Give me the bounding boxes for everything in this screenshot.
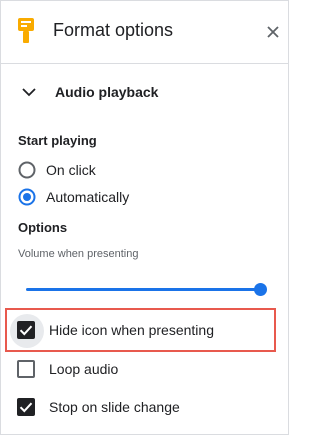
format-options-panel: Format options Audio playback Start play… <box>0 0 289 435</box>
stop-on-slide-change-label: Stop on slide change <box>49 399 180 415</box>
format-options-icon <box>18 18 34 43</box>
options-heading: Options <box>18 220 68 235</box>
volume-label: Volume when presenting <box>18 248 139 260</box>
panel-title: Format options <box>53 20 174 40</box>
section-title: Audio playback <box>55 84 159 100</box>
audio-playback-section-toggle[interactable]: Audio playback <box>1 64 288 120</box>
close-icon[interactable] <box>262 21 284 43</box>
volume-slider-track <box>26 288 266 291</box>
radio-label-automatically: Automatically <box>46 189 130 205</box>
panel-header: Format options <box>1 1 288 64</box>
hide-icon-checkbox[interactable] <box>17 321 35 339</box>
chevron-down-icon <box>22 88 36 97</box>
hide-icon-label: Hide icon when presenting <box>49 322 214 338</box>
radio-on-click[interactable] <box>18 161 36 179</box>
volume-slider-thumb[interactable] <box>254 283 267 296</box>
radio-automatically[interactable] <box>18 188 36 206</box>
checkmark-icon <box>19 402 33 413</box>
volume-slider[interactable] <box>21 281 269 299</box>
checkmark-icon <box>19 325 33 336</box>
loop-audio-checkbox[interactable] <box>17 360 35 378</box>
start-playing-heading: Start playing <box>18 133 97 148</box>
loop-audio-label: Loop audio <box>49 361 119 377</box>
radio-label-on-click: On click <box>46 162 96 178</box>
stop-on-slide-change-checkbox[interactable] <box>17 398 35 416</box>
